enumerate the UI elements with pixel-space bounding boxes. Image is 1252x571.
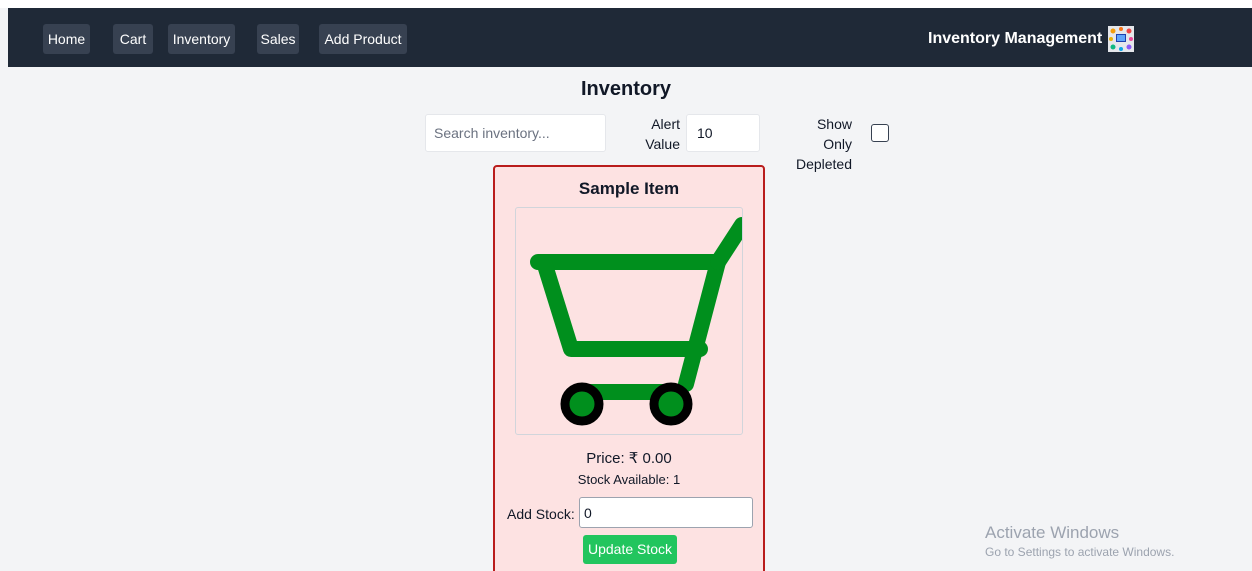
nav-sales-button[interactable]: Sales: [257, 24, 299, 54]
add-stock-label: Add Stock:: [507, 506, 575, 522]
search-input[interactable]: [425, 114, 606, 152]
update-stock-button[interactable]: Update Stock: [583, 535, 677, 564]
nav-add-product-button[interactable]: Add Product: [319, 24, 407, 54]
item-price: Price: ₹ 0.00: [586, 450, 672, 467]
show-depleted-label: Show Only Depleted: [795, 116, 852, 172]
brand-title: Inventory Management: [928, 30, 1103, 47]
nav-cart-button[interactable]: Cart: [113, 24, 153, 54]
inventory-item-card: Sample Item Price: ₹ 0.00 Stock Availabl…: [493, 165, 765, 571]
activate-windows-watermark: Activate Windows Go to Settings to activ…: [985, 522, 1174, 560]
inventory-logo-icon: [1108, 26, 1135, 52]
item-image: [515, 207, 743, 435]
page-title: Inventory: [580, 78, 672, 100]
activate-subtitle: Go to Settings to activate Windows.: [985, 545, 1175, 559]
brand[interactable]: Inventory Management: [928, 24, 1135, 54]
shopping-cart-icon: [530, 217, 742, 426]
item-stock: Stock Available: 1: [577, 472, 681, 487]
activate-title: Activate Windows: [985, 523, 1120, 542]
nav-home-button[interactable]: Home: [43, 24, 90, 54]
item-name: Sample Item: [578, 179, 680, 198]
nav-inventory-button[interactable]: Inventory: [168, 24, 235, 54]
alert-value-label: Alert Value: [645, 116, 680, 152]
add-stock-input[interactable]: [579, 497, 753, 528]
alert-value-input[interactable]: [686, 114, 760, 152]
navbar: Home Cart Inventory Sales Add Product In…: [8, 8, 1252, 67]
window-top-strip: [0, 0, 1252, 8]
show-depleted-checkbox[interactable]: [871, 124, 889, 142]
